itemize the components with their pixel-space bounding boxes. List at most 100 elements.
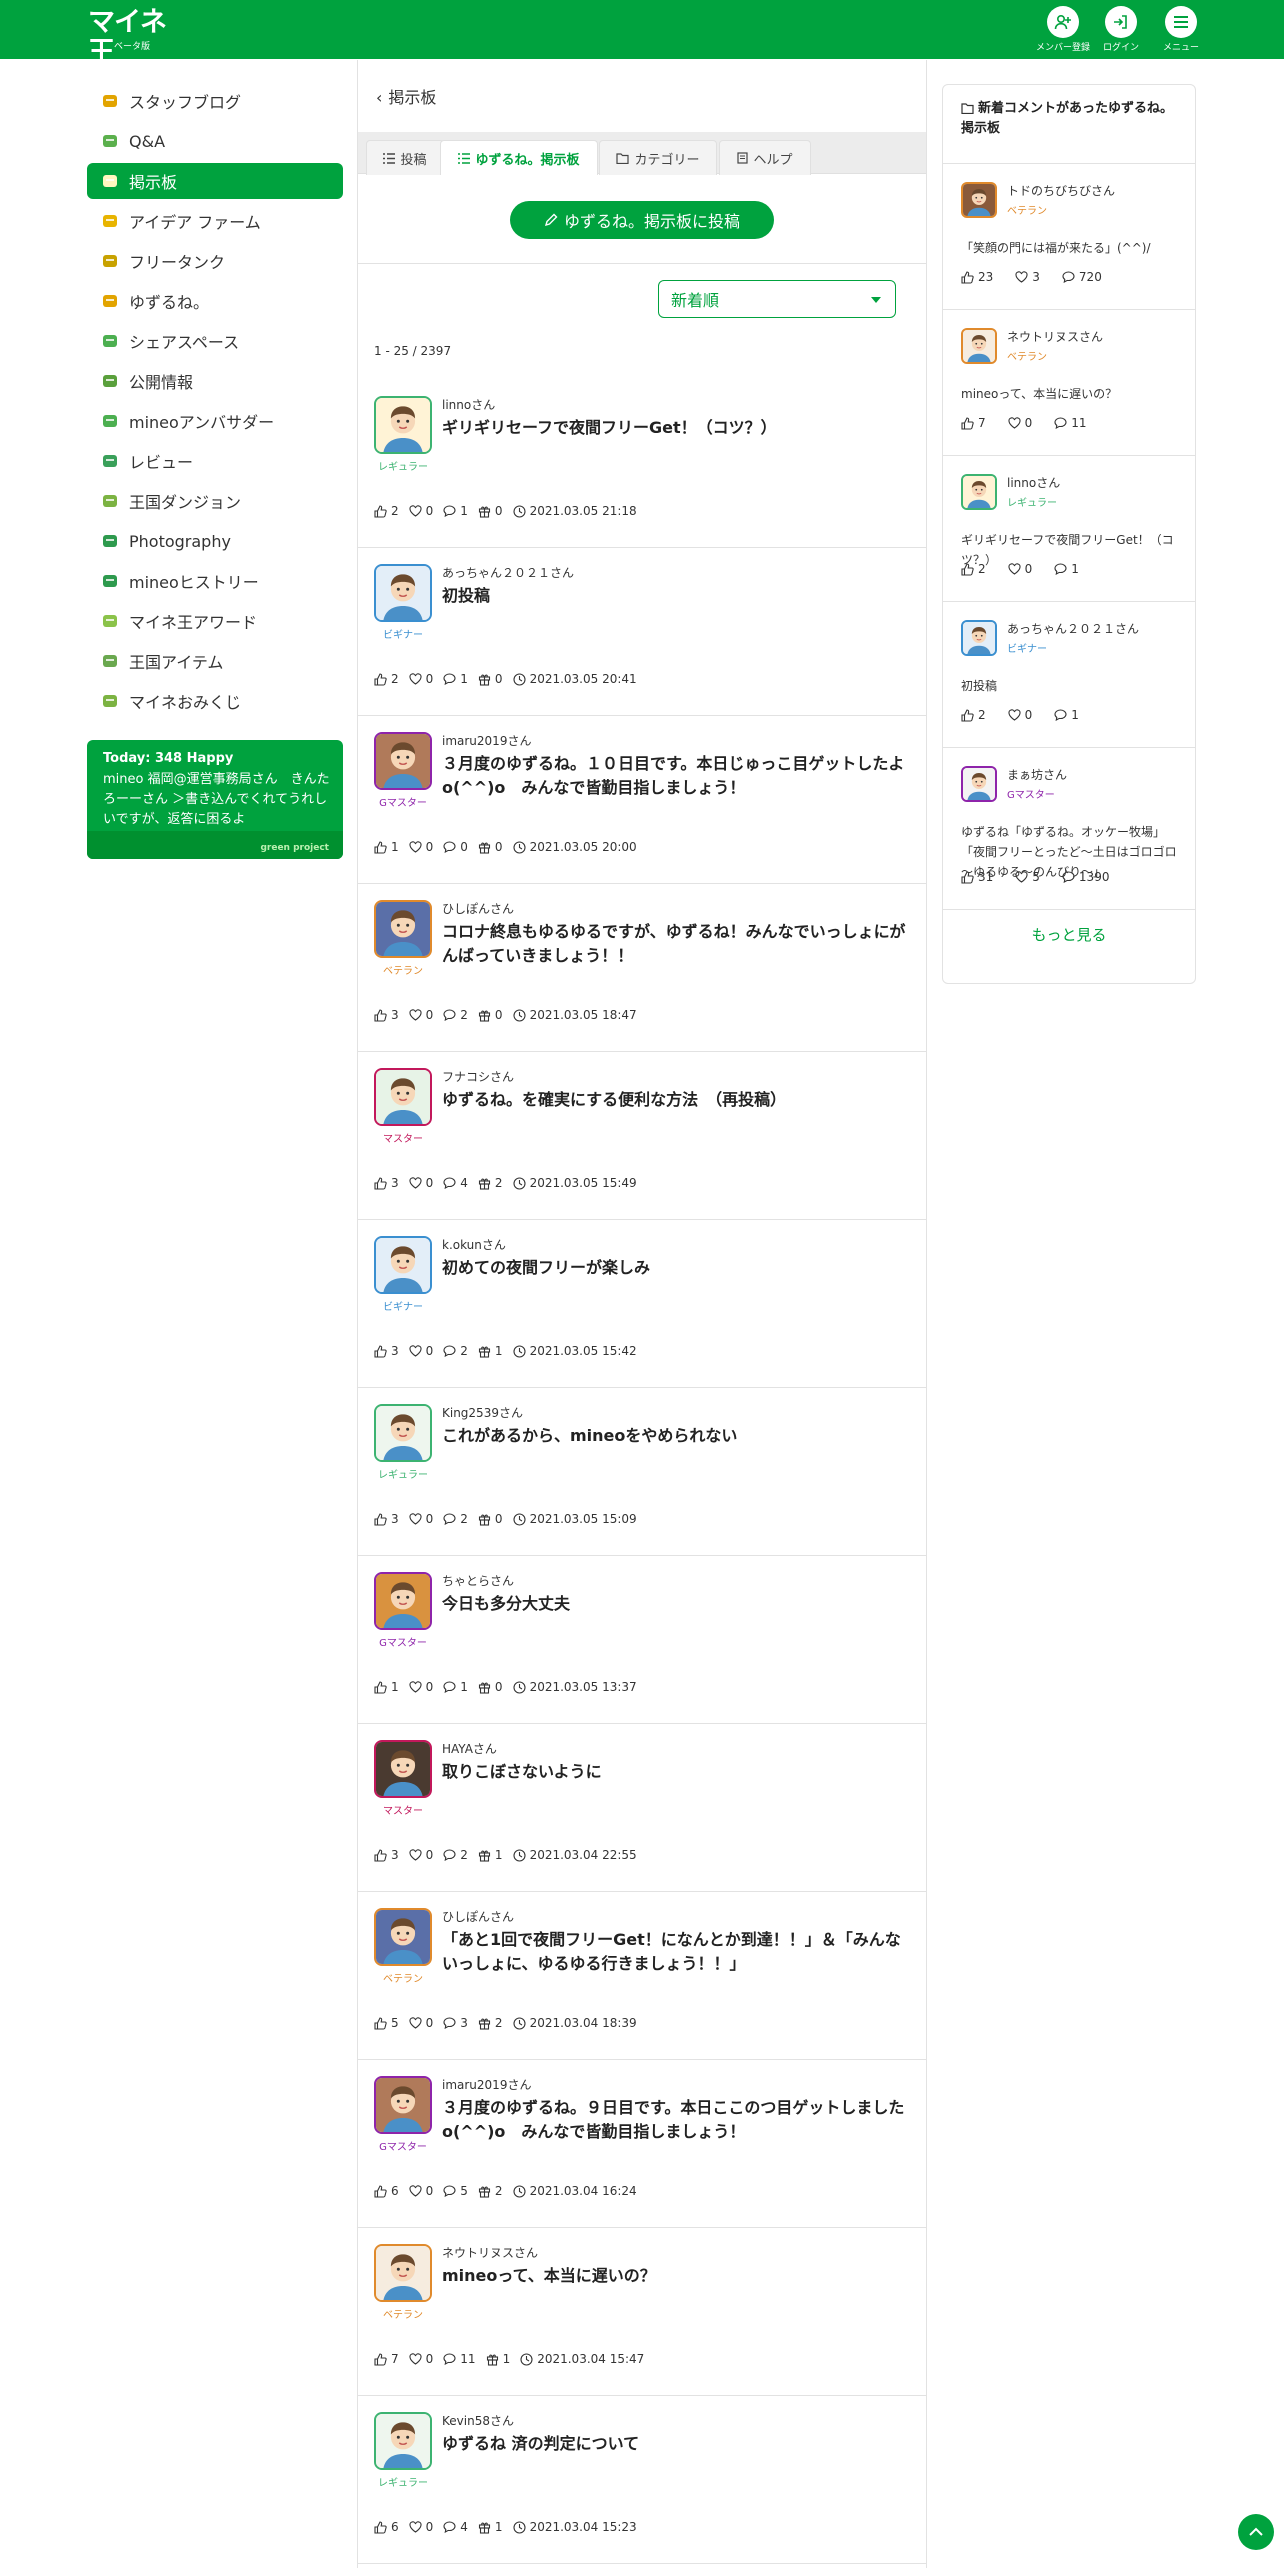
post-item[interactable]: マスター フナコシさん ゆずるね。を確実にする便利な方法 （再投稿） 3 0 4 2 2021… xyxy=(358,1052,926,1220)
sidebar-item-6[interactable]: シェアスペース xyxy=(87,323,343,359)
menu-button[interactable]: メニュー xyxy=(1151,4,1211,56)
post-item[interactable]: ビギナー k.okunさん 初めての夜間フリーが楽しみ 3 0 2 1 2021.03.05 … xyxy=(358,1220,926,1388)
post-author[interactable]: ひしぽんさん xyxy=(442,900,514,917)
post-author[interactable]: ネウトリヌスさん xyxy=(442,2244,538,2261)
post-item[interactable]: レギュラー linnoさん ギリギリセーフで夜間フリーGet！（コツ？） 2 0 1 0 20… xyxy=(358,380,926,548)
tab-yuzurune-board[interactable]: ゆずるね。掲示板 xyxy=(440,140,598,175)
sidebar-item-8[interactable]: mineoアンバサダー xyxy=(87,403,343,439)
avatar[interactable] xyxy=(374,396,432,454)
avatar[interactable] xyxy=(374,1236,432,1294)
post-title[interactable]: ゆずるね 済の判定について xyxy=(442,2432,912,2456)
avatar[interactable] xyxy=(374,2244,432,2302)
post-author[interactable]: imaru2019さん xyxy=(442,2076,531,2093)
commenter-name[interactable]: あっちゃん２０２１さん xyxy=(1007,620,1139,637)
avatar[interactable] xyxy=(961,766,997,802)
sidebar-item-7[interactable]: 公開情報 xyxy=(87,363,343,399)
create-post-button[interactable]: ゆずるね。掲示板に投稿 xyxy=(510,201,774,239)
post-item[interactable]: レギュラー Kevin58さん ゆずるね 済の判定について 6 0 4 1 2021.03.0… xyxy=(358,2396,926,2564)
sidebar-item-9[interactable]: レビュー xyxy=(87,443,343,479)
avatar[interactable] xyxy=(374,564,432,622)
post-title[interactable]: 今日も多分大丈夫 xyxy=(442,1592,912,1616)
post-title[interactable]: コロナ終息もゆるゆるですが、ゆずるね！みんなでいっしょにがんばっていきましょう！… xyxy=(442,920,912,968)
post-author[interactable]: imaru2019さん xyxy=(442,732,531,749)
post-title[interactable]: 初投稿 xyxy=(442,584,912,608)
post-title[interactable]: 初めての夜間フリーが楽しみ xyxy=(442,1256,912,1280)
sidebar-item-2[interactable]: 掲示板 xyxy=(87,163,343,199)
post-item[interactable]: マスター HAYAさん 取りこぼさないように 3 0 2 1 2021.03.04 22:55 xyxy=(358,1724,926,1892)
avatar[interactable] xyxy=(374,1740,432,1798)
scroll-to-top-button[interactable] xyxy=(1238,2514,1274,2550)
post-author[interactable]: Kevin58さん xyxy=(442,2412,514,2429)
avatar[interactable] xyxy=(374,2412,432,2470)
post-item[interactable]: Gマスター imaru2019さん ３月度のゆずるね。１０日目です。本日じゅっこ目ゲ… xyxy=(358,716,926,884)
recent-comment-item[interactable]: linnoさん レギュラー ギリギリセーフで夜間フリーGet！（コツ？） 2 0 1 xyxy=(943,455,1195,601)
member-register-button[interactable]: メンバー登録 xyxy=(1033,4,1093,56)
avatar[interactable] xyxy=(374,1572,432,1630)
sidebar-item-14[interactable]: 王国アイテム xyxy=(87,643,343,679)
recent-comment-item[interactable]: あっちゃん２０２１さん ビギナー 初投稿 2 0 1 xyxy=(943,601,1195,747)
post-author[interactable]: フナコシさん xyxy=(442,1068,514,1085)
tab-category[interactable]: カテゴリー xyxy=(599,140,717,175)
sidebar-item-12[interactable]: mineoヒストリー xyxy=(87,563,343,599)
sidebar-item-13[interactable]: マイネ王アワード xyxy=(87,603,343,639)
post-title[interactable]: これがあるから、mineoをやめられない xyxy=(442,1424,912,1448)
recent-comment-item[interactable]: まぁ坊さん Gマスター ゆずるね「ゆずるね。オッケー牧場」「夜間フリーとったど～土日… xyxy=(943,747,1195,909)
post-author[interactable]: HAYAさん xyxy=(442,1740,497,1757)
sidebar-item-10[interactable]: 王国ダンジョン xyxy=(87,483,343,519)
comment-title[interactable]: mineoって、本当に遅いの？ xyxy=(961,384,1179,404)
comment-title[interactable]: 初投稿 xyxy=(961,676,1179,696)
avatar[interactable] xyxy=(961,474,997,510)
avatar[interactable] xyxy=(374,1908,432,1966)
avatar[interactable] xyxy=(374,1404,432,1462)
sidebar-item-3[interactable]: アイデア ファーム xyxy=(87,203,343,239)
sidebar-item-5[interactable]: ゆずるね。 xyxy=(87,283,343,319)
sidebar-item-11[interactable]: Photography xyxy=(87,523,343,559)
sidebar-item-1[interactable]: Q&A xyxy=(87,123,343,159)
commenter-name[interactable]: linnoさん xyxy=(1007,474,1060,491)
happy-box[interactable]: Today: 348 Happy mineo 福岡@運営事務局さん きんたろーー… xyxy=(87,740,343,859)
login-button[interactable]: ログイン xyxy=(1091,4,1151,56)
avatar[interactable] xyxy=(374,900,432,958)
tab-posts[interactable]: 投稿 xyxy=(366,140,444,175)
post-title[interactable]: 取りこぼさないように xyxy=(442,1760,912,1784)
avatar[interactable] xyxy=(961,328,997,364)
comment-title[interactable]: 「笑顔の門には福が来たる」(^^)/ xyxy=(961,238,1179,258)
post-author[interactable]: ちゃとらさん xyxy=(442,1572,514,1589)
avatar[interactable] xyxy=(961,182,997,218)
commenter-name[interactable]: ネウトリヌスさん xyxy=(1007,328,1103,345)
sort-select[interactable]: 新着順 xyxy=(658,280,896,318)
post-author[interactable]: King2539さん xyxy=(442,1404,523,1421)
post-title[interactable]: 「あと1回で夜間フリーGet！になんとか到達！！」＆「みんないっしょに、ゆるゆる… xyxy=(442,1928,912,1976)
post-title[interactable]: ３月度のゆずるね。１０日目です。本日じゅっこ目ゲットしたよo(^^)o みんなで… xyxy=(442,752,912,800)
post-author[interactable]: k.okunさん xyxy=(442,1236,506,1253)
avatar[interactable] xyxy=(374,732,432,790)
recent-comment-item[interactable]: トドのちびちびさん ベテラン 「笑顔の門には福が来たる」(^^)/ 23 3 720 xyxy=(943,163,1195,309)
sidebar-item-15[interactable]: マイネおみくじ xyxy=(87,683,343,719)
sidebar-item-4[interactable]: フリータンク xyxy=(87,243,343,279)
post-title[interactable]: ３月度のゆずるね。９日目です。本日ここのつ目ゲットしましたo(^^)o みんなで… xyxy=(442,2096,912,2144)
tab-help[interactable]: ヘルプ xyxy=(719,140,811,175)
recent-comment-item[interactable]: ネウトリヌスさん ベテラン mineoって、本当に遅いの？ 7 0 11 xyxy=(943,309,1195,455)
show-more-link[interactable]: もっと見る xyxy=(943,909,1195,959)
post-title[interactable]: ゆずるね。を確実にする便利な方法 （再投稿） xyxy=(442,1088,912,1112)
post-item[interactable]: レギュラー King2539さん これがあるから、mineoをやめられない 3 0 2 0 2… xyxy=(358,1388,926,1556)
commenter-name[interactable]: まぁ坊さん xyxy=(1007,766,1067,783)
post-author[interactable]: linnoさん xyxy=(442,396,495,413)
post-title[interactable]: ギリギリセーフで夜間フリーGet！（コツ？） xyxy=(442,416,912,440)
post-item[interactable]: ベテラン ひしぽんさん 「あと1回で夜間フリーGet！になんとか到達！！」＆「みんな… xyxy=(358,1892,926,2060)
post-author[interactable]: ひしぽんさん xyxy=(442,1908,514,1925)
avatar[interactable] xyxy=(374,1068,432,1126)
post-title[interactable]: mineoって、本当に遅いの？ xyxy=(442,2264,912,2288)
avatar[interactable] xyxy=(961,620,997,656)
avatar[interactable] xyxy=(374,2076,432,2134)
site-logo[interactable]: マイネ王 ベータ版 xyxy=(88,8,174,68)
post-item[interactable]: ベテラン ひしぽんさん コロナ終息もゆるゆるですが、ゆずるね！みんなでいっしょにがん… xyxy=(358,884,926,1052)
post-item[interactable]: Gマスター imaru2019さん ３月度のゆずるね。９日目です。本日ここのつ目ゲッ… xyxy=(358,2060,926,2228)
back-link[interactable]: ‹ 掲示板 xyxy=(376,84,436,108)
post-author[interactable]: あっちゃん２０２１さん xyxy=(442,564,574,581)
commenter-name[interactable]: トドのちびちびさん xyxy=(1007,182,1115,199)
post-item[interactable]: ベテラン ネウトリヌスさん mineoって、本当に遅いの？ 7 0 11 1 2021.03.… xyxy=(358,2228,926,2396)
post-item[interactable]: ビギナー あっちゃん２０２１さん 初投稿 2 0 1 0 2021.03.05 20:41 xyxy=(358,548,926,716)
sidebar-item-0[interactable]: スタッフブログ xyxy=(87,83,343,119)
post-item[interactable]: Gマスター ちゃとらさん 今日も多分大丈夫 1 0 1 0 2021.03.05 13:37 xyxy=(358,1556,926,1724)
